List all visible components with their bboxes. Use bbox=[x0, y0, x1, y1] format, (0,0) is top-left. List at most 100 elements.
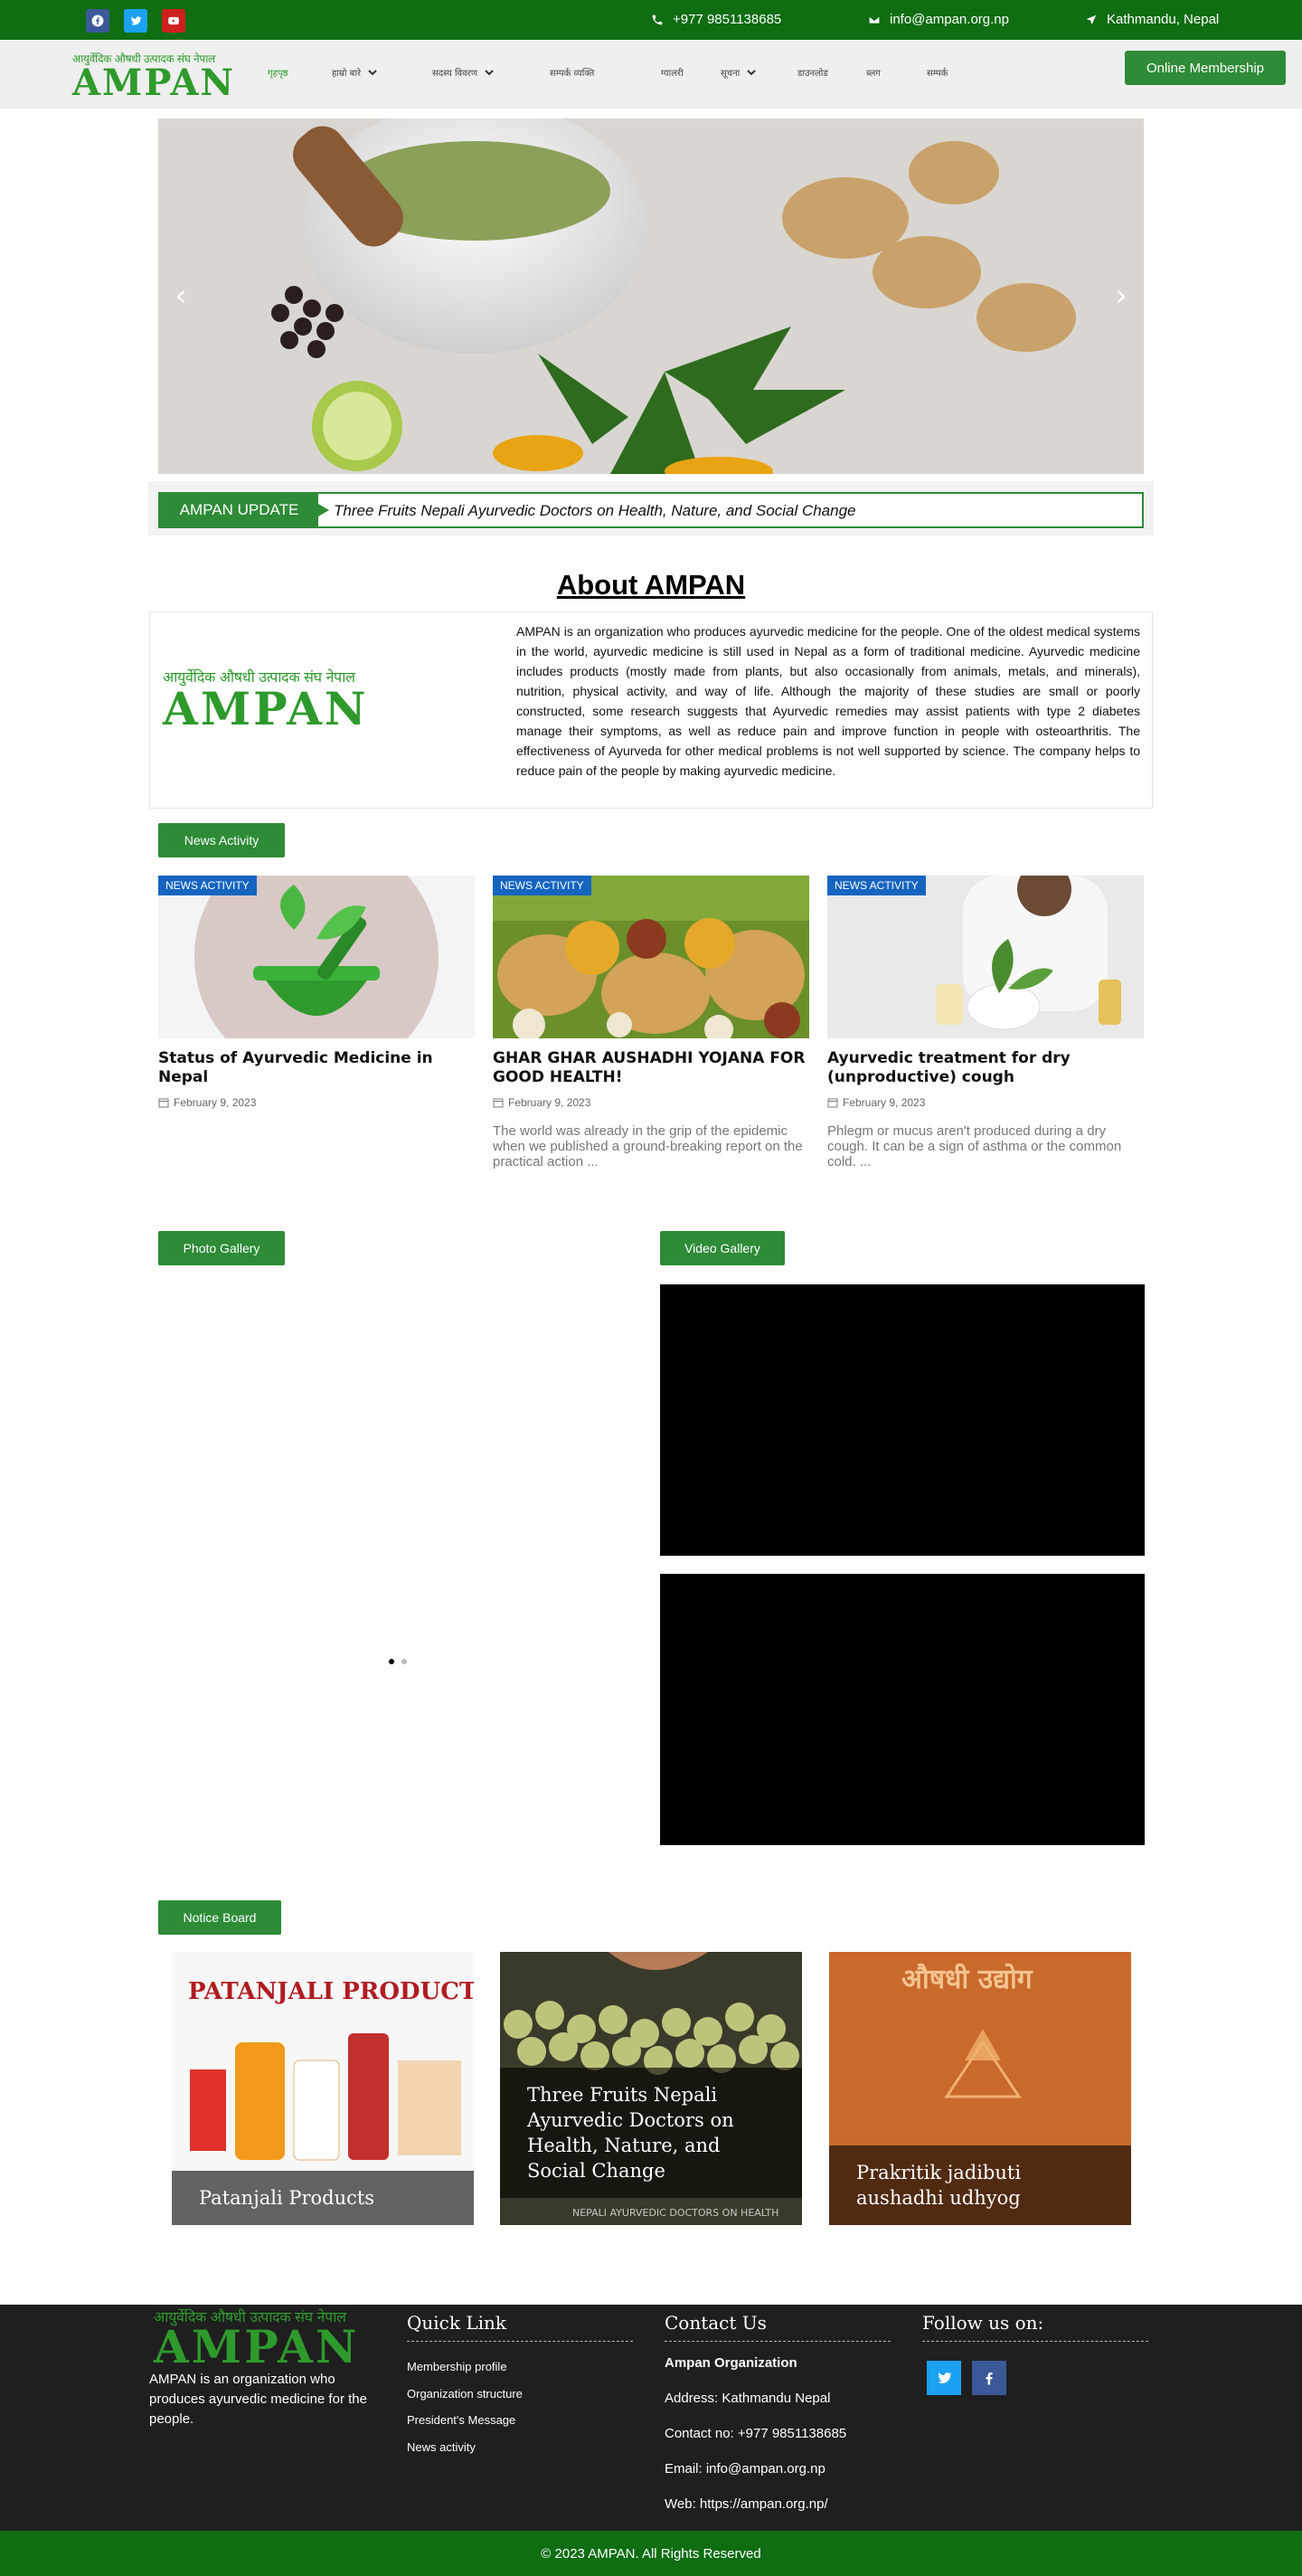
phone-info[interactable]: +977 9851138685 bbox=[651, 12, 781, 27]
nav-item-notice[interactable]: सूचना bbox=[721, 66, 756, 79]
photo-gallery-pagination bbox=[389, 1659, 407, 1664]
news-card-image[interactable]: NEWS ACTIVITY bbox=[158, 876, 475, 1038]
contact-address: Address: Kathmandu Nepal bbox=[665, 2391, 831, 2406]
video-player[interactable] bbox=[660, 1284, 1145, 1556]
news-date: February 9, 2023 bbox=[158, 1096, 475, 1109]
herbs-spices-image bbox=[493, 876, 809, 1038]
news-title[interactable]: Ayurvedic treatment for dry (unproductiv… bbox=[827, 1049, 1144, 1087]
nav-item-blog[interactable]: ब्लग bbox=[866, 66, 881, 79]
news-excerpt: Phlegm or mucus aren't produced during a… bbox=[827, 1123, 1122, 1170]
footer-logo-english: AMPAN bbox=[154, 2320, 360, 2373]
nav-item-home[interactable]: गृहपृष्ठ bbox=[268, 66, 288, 79]
news-card[interactable]: NEWS ACTIVITY GHAR GHAR AUSHADHI YOJANA … bbox=[493, 876, 809, 1170]
contact-heading: Contact Us bbox=[665, 2312, 891, 2342]
youtube-link[interactable] bbox=[162, 9, 185, 33]
contact-email[interactable]: Email: info@ampan.org.np bbox=[665, 2461, 826, 2477]
nav-label: हाम्रो बारे bbox=[332, 69, 362, 79]
nav-item-members[interactable]: सदस्य विवरण bbox=[432, 66, 494, 79]
facebook-link[interactable] bbox=[86, 9, 109, 33]
news-badge[interactable]: NEWS ACTIVITY bbox=[493, 876, 591, 895]
email-text: info@ampan.org.np bbox=[890, 12, 1009, 27]
notice-image-text: NEPALI AYURVEDIC DOCTORS ON HEALTH bbox=[572, 2207, 778, 2219]
nav-item-download[interactable]: डाउनलोड bbox=[797, 66, 828, 79]
news-title[interactable]: GHAR GHAR AUSHADHI YOJANA FOR GOOD HEALT… bbox=[493, 1049, 809, 1087]
site-logo[interactable]: आयुर्वेदिक औषधी उत्पादक संघ नेपाल AMPAN bbox=[72, 51, 233, 101]
follow-heading: Follow us on: bbox=[922, 2312, 1148, 2342]
news-date-text: February 9, 2023 bbox=[843, 1096, 926, 1109]
twitter-icon bbox=[130, 16, 142, 25]
location-info: Kathmandu, Nepal bbox=[1085, 12, 1219, 27]
notice-title[interactable]: Prakritik jadibuti aushadhi udhyog bbox=[829, 2145, 1131, 2225]
calendar-icon bbox=[158, 1098, 169, 1108]
nav-item-about[interactable]: हाम्रो बारे bbox=[332, 66, 377, 79]
news-date-text: February 9, 2023 bbox=[508, 1096, 591, 1109]
online-membership-button[interactable]: Online Membership bbox=[1125, 51, 1286, 85]
pagination-dot-active[interactable] bbox=[389, 1659, 394, 1664]
phone-text: +977 9851138685 bbox=[673, 12, 782, 27]
twitter-icon bbox=[938, 2372, 952, 2383]
news-activity-button[interactable]: News Activity bbox=[158, 823, 285, 857]
nav-label: सूचना bbox=[721, 69, 741, 79]
nav-label: सम्पर्क व्यक्ति bbox=[550, 69, 595, 79]
news-card-image[interactable]: NEWS ACTIVITY bbox=[493, 876, 809, 1038]
news-card[interactable]: NEWS ACTIVITY Status of Ayurvedic Medici… bbox=[158, 876, 475, 1123]
location-text: Kathmandu, Nepal bbox=[1107, 12, 1220, 27]
news-card[interactable]: NEWS ACTIVITY Ayurvedic treatment for dr… bbox=[827, 876, 1144, 1170]
news-date-text: February 9, 2023 bbox=[174, 1096, 257, 1109]
notice-title[interactable]: Three Fruits Nepali Ayurvedic Doctors on… bbox=[500, 2068, 802, 2198]
news-card-image[interactable]: NEWS ACTIVITY bbox=[827, 876, 1144, 1038]
nav-label: गृहपृष्ठ bbox=[268, 69, 288, 79]
contact-web[interactable]: Web: https://ampan.org.np/ bbox=[665, 2496, 828, 2512]
news-badge[interactable]: NEWS ACTIVITY bbox=[158, 876, 257, 895]
notice-board-button[interactable]: Notice Board bbox=[158, 1900, 281, 1935]
doctor-herbs-image bbox=[827, 876, 1144, 1038]
nav-label: डाउनलोड bbox=[797, 69, 828, 79]
pagination-dot[interactable] bbox=[401, 1659, 407, 1664]
about-box: आयुर्वेदिक औषधी उत्पादक संघ नेपाल AMPAN … bbox=[149, 611, 1153, 809]
footer-link-president[interactable]: President's Message bbox=[407, 2413, 515, 2427]
quick-link-heading: Quick Link bbox=[407, 2312, 633, 2342]
contact-phone[interactable]: Contact no: +977 9851138685 bbox=[665, 2426, 846, 2441]
chevron-down-icon bbox=[368, 70, 377, 76]
nav-label: सदस्य विवरण bbox=[432, 69, 477, 79]
top-bar: +977 9851138685 info@ampan.org.np Kathma… bbox=[0, 0, 1302, 40]
footer-link-membership[interactable]: Membership profile bbox=[407, 2360, 507, 2373]
footer-link-news[interactable]: News activity bbox=[407, 2440, 476, 2454]
location-arrow-icon bbox=[1086, 14, 1097, 24]
footer-twitter-link[interactable] bbox=[927, 2361, 961, 2395]
video-gallery-button[interactable]: Video Gallery bbox=[660, 1231, 785, 1265]
notice-card[interactable]: औषधी उद्योग Prakritik jadibuti aushadhi … bbox=[829, 1952, 1131, 2225]
notice-card[interactable]: PATANJALI PRODUCT Patanjali Products bbox=[172, 1952, 474, 2225]
calendar-icon bbox=[827, 1098, 838, 1108]
footer-logo[interactable]: आयुर्वेदिक औषधी उत्पादक संघ नेपाल AMPAN bbox=[154, 2306, 380, 2373]
copyright-bar: © 2023 AMPAN. All Rights Reserved bbox=[0, 2531, 1302, 2576]
update-ticker: AMPAN UPDATE Three Fruits Nepali Ayurved… bbox=[158, 492, 1144, 528]
facebook-icon bbox=[986, 2372, 993, 2385]
slider-prev-arrow[interactable]: ‹ bbox=[172, 278, 190, 314]
nav-item-contact-person[interactable]: सम्पर्क व्यक्ति bbox=[550, 66, 594, 79]
footer-facebook-link[interactable] bbox=[972, 2361, 1006, 2395]
main-navbar: आयुर्वेदिक औषधी उत्पादक संघ नेपाल AMPAN … bbox=[0, 40, 1302, 109]
footer-link-structure[interactable]: Organization structure bbox=[407, 2387, 523, 2401]
youtube-icon bbox=[168, 16, 179, 25]
ticker-text[interactable]: Three Fruits Nepali Ayurvedic Doctors on… bbox=[334, 502, 856, 520]
notice-title[interactable]: Patanjali Products bbox=[172, 2171, 474, 2225]
facebook-icon bbox=[91, 14, 104, 27]
slider-next-arrow[interactable]: › bbox=[1112, 278, 1130, 314]
photo-gallery-button[interactable]: Photo Gallery bbox=[158, 1231, 285, 1265]
about-title: About AMPAN bbox=[556, 569, 746, 601]
notice-image-text: PATANJALI PRODUCT bbox=[188, 1978, 474, 2005]
news-badge[interactable]: NEWS ACTIVITY bbox=[827, 876, 926, 895]
envelope-icon bbox=[868, 14, 881, 24]
nav-item-contact[interactable]: सम्पर्क bbox=[927, 66, 948, 79]
calendar-icon bbox=[493, 1098, 504, 1108]
email-info[interactable]: info@ampan.org.np bbox=[868, 12, 1009, 27]
news-title[interactable]: Status of Ayurvedic Medicine in Nepal bbox=[158, 1049, 475, 1087]
nav-item-gallery[interactable]: ग्यालरी bbox=[661, 66, 684, 79]
notice-card[interactable]: NEPALI AYURVEDIC DOCTORS ON HEALTH Three… bbox=[500, 1952, 802, 2225]
about-logo: आयुर्वेदिक औषधी उत्पादक संघ नेपाल AMPAN bbox=[163, 667, 389, 732]
about-text: AMPAN is an organization who produces ay… bbox=[516, 624, 1140, 778]
hero-slider: ‹ › bbox=[158, 118, 1144, 474]
video-player[interactable] bbox=[660, 1574, 1145, 1845]
twitter-link[interactable] bbox=[124, 9, 147, 33]
